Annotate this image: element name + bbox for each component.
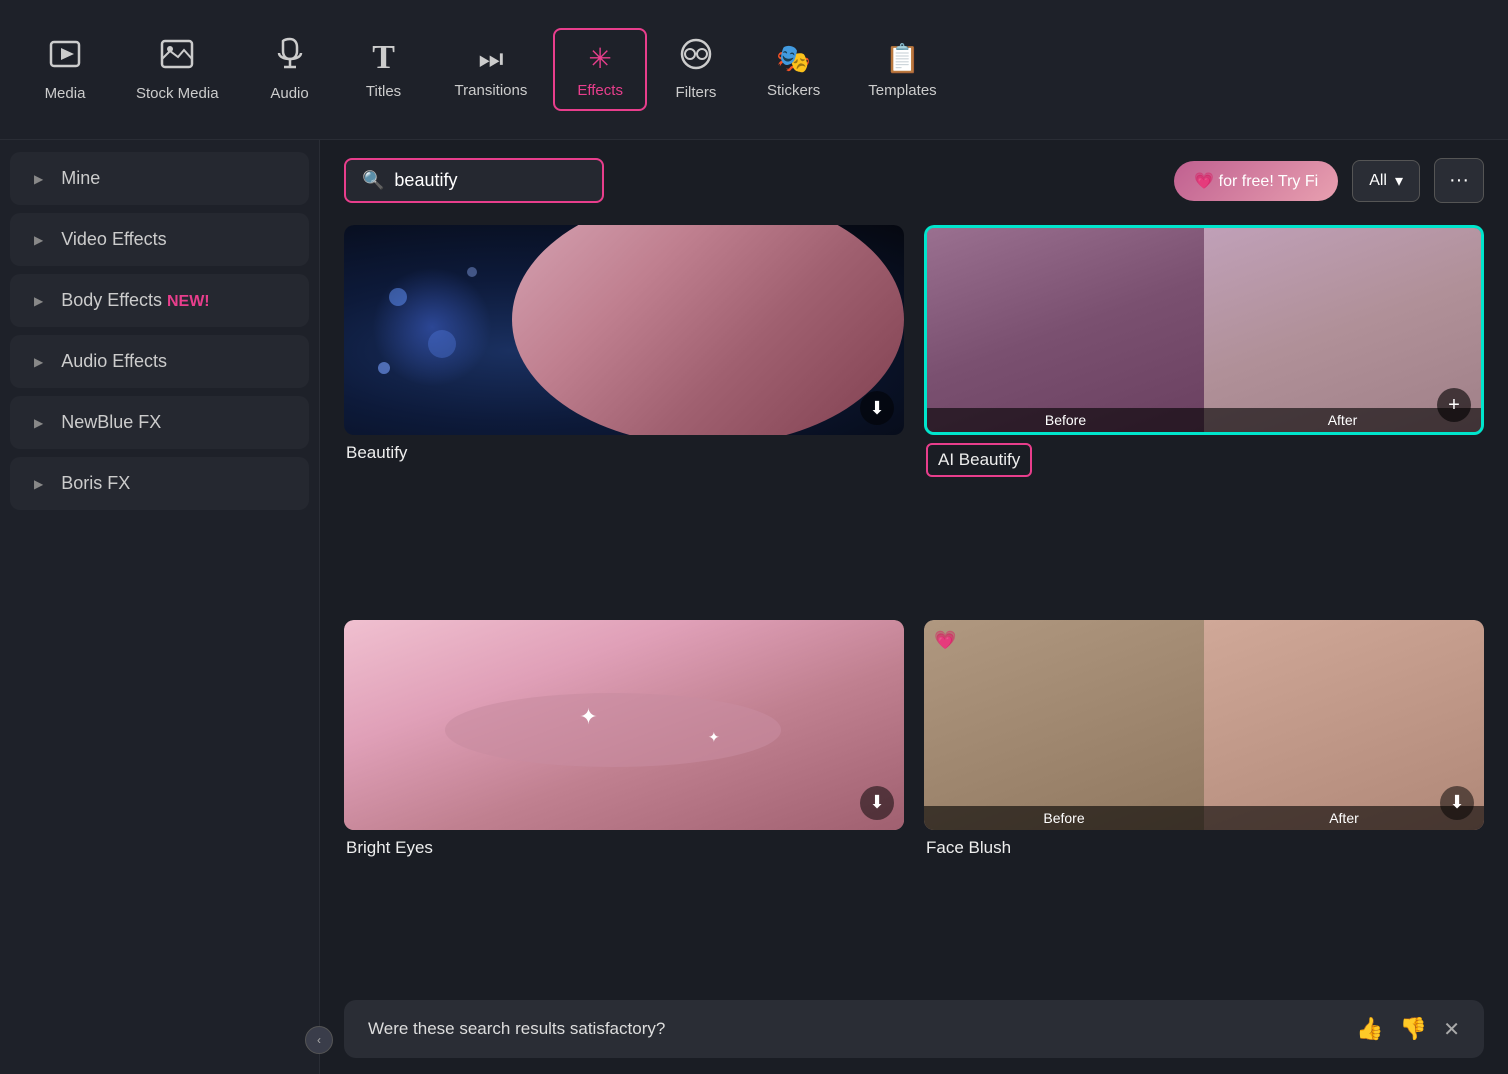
templates-label: Templates — [868, 82, 936, 99]
chevron-icon-video-effects: ▶ — [34, 233, 43, 247]
effect-card-beautify[interactable]: ⬇ Beautify — [344, 225, 904, 600]
sidebar-item-video-effects[interactable]: ▶ Video Effects — [10, 213, 309, 266]
before-after-overlay-ai: Before After — [927, 408, 1481, 432]
filter-dropdown[interactable]: All ▾ — [1352, 160, 1420, 202]
feedback-question: Were these search results satisfactory? — [368, 1019, 665, 1039]
feedback-bar: Were these search results satisfactory? … — [344, 1000, 1484, 1058]
promo-badge[interactable]: 💗 for free! Try Fi — [1174, 161, 1338, 201]
sidebar-label-body-effects: Body Effects NEW! — [61, 290, 285, 311]
content-wrapper: ⬇ Beautify 💗 Before After — [320, 215, 1508, 1074]
nav-item-titles[interactable]: T Titles — [339, 30, 429, 110]
chevron-icon-audio-effects: ▶ — [34, 355, 43, 369]
before-label-ai: Before — [927, 408, 1204, 432]
stock-media-icon — [160, 37, 194, 77]
effect-thumbnail-beautify: ⬇ — [344, 225, 904, 435]
sidebar-item-boris-fx[interactable]: ▶ Boris FX — [10, 457, 309, 510]
top-nav: Media Stock Media Audio T Titles ⏭ Transitions… — [0, 0, 1508, 140]
nav-item-effects[interactable]: ✳ Effects — [553, 28, 647, 111]
stickers-icon: 🎭 — [776, 40, 811, 74]
nav-item-media[interactable]: Media — [20, 27, 110, 112]
more-options-button[interactable]: ··· — [1434, 158, 1484, 203]
filters-icon — [680, 38, 712, 76]
sidebar-item-body-effects[interactable]: ▶ Body Effects NEW! — [10, 274, 309, 327]
premium-heart-face-blush: 💗 — [934, 630, 956, 651]
nav-item-filters[interactable]: Filters — [651, 28, 741, 111]
before-label-face: Before — [924, 806, 1204, 830]
effect-thumbnail-bright-eyes: 💗 ✦ ✦ ⬇ — [344, 620, 904, 830]
ai-beautify-label-box: AI Beautify — [926, 443, 1032, 477]
nav-item-audio[interactable]: Audio — [245, 27, 335, 112]
bright-eyes-title: Bright Eyes — [346, 838, 433, 858]
before-after-overlay-face: Before After — [924, 806, 1484, 830]
stickers-label: Stickers — [767, 82, 820, 99]
effect-card-ai-beautify[interactable]: 💗 Before After + AI Beautify — [924, 225, 1484, 600]
effect-card-bright-eyes[interactable]: 💗 ✦ ✦ ⬇ Bright Eyes — [344, 620, 904, 981]
chevron-icon-body-effects: ▶ — [34, 294, 43, 308]
media-label: Media — [45, 85, 86, 102]
effect-card-face-blush[interactable]: 💗 Before After ⬇ Face Blush — [924, 620, 1484, 981]
search-input[interactable] — [394, 170, 574, 191]
templates-icon: 📋 — [885, 40, 920, 74]
sidebar-item-newblue-fx[interactable]: ▶ NewBlue FX — [10, 396, 309, 449]
search-bar-row: 🔍 💗 for free! Try Fi All ▾ ··· — [320, 140, 1508, 215]
sidebar-item-audio-effects[interactable]: ▶ Audio Effects — [10, 335, 309, 388]
nav-item-stickers[interactable]: 🎭 Stickers — [745, 30, 842, 109]
filters-label: Filters — [676, 84, 717, 101]
ai-beautify-title: AI Beautify — [938, 450, 1020, 470]
search-box[interactable]: 🔍 — [344, 158, 604, 203]
new-badge-body-effects: NEW! — [167, 293, 210, 310]
sidebar-collapse-button[interactable]: ‹ — [305, 1026, 333, 1054]
nav-item-stock-media[interactable]: Stock Media — [114, 27, 241, 112]
sidebar-label-boris-fx: Boris FX — [61, 473, 285, 494]
sidebar-label-mine: Mine — [61, 168, 285, 189]
sidebar-item-mine[interactable]: ▶ Mine — [10, 152, 309, 205]
download-icon-beautify[interactable]: ⬇ — [860, 391, 894, 425]
effect-label-face-blush: Face Blush — [924, 830, 1484, 862]
download-icon-face-blush[interactable]: ⬇ — [1440, 786, 1474, 820]
sidebar-label-newblue-fx: NewBlue FX — [61, 412, 285, 433]
audio-icon — [275, 37, 305, 77]
sidebar-label-audio-effects: Audio Effects — [61, 351, 285, 372]
effect-label-bright-eyes: Bright Eyes — [344, 830, 904, 862]
thumbs-down-button[interactable]: 👎 — [1400, 1016, 1427, 1042]
effect-thumbnail-ai-beautify: 💗 Before After + — [924, 225, 1484, 435]
effect-label-beautify: Beautify — [344, 435, 904, 467]
feedback-close-button[interactable]: ✕ — [1443, 1017, 1460, 1042]
beautify-title: Beautify — [346, 443, 407, 463]
effect-thumbnail-face-blush: 💗 Before After ⬇ — [924, 620, 1484, 830]
chevron-down-icon: ▾ — [1395, 171, 1403, 191]
sidebar: ▶ Mine ▶ Video Effects ▶ Body Effects NEW! ▶ Au… — [0, 140, 320, 1074]
main-layout: ▶ Mine ▶ Video Effects ▶ Body Effects NEW! ▶ Au… — [0, 140, 1508, 1074]
chevron-icon-boris-fx: ▶ — [34, 477, 43, 491]
media-icon — [48, 37, 82, 77]
content-area: 🔍 💗 for free! Try Fi All ▾ ··· — [320, 140, 1508, 1074]
chevron-icon-mine: ▶ — [34, 172, 43, 186]
thumbs-up-button[interactable]: 👍 — [1356, 1016, 1383, 1042]
titles-icon: T — [372, 40, 395, 75]
face-blush-title: Face Blush — [926, 838, 1011, 858]
titles-label: Titles — [366, 83, 401, 100]
search-icon: 🔍 — [362, 170, 384, 191]
stock-media-label: Stock Media — [136, 85, 219, 102]
promo-text: 💗 for free! Try Fi — [1194, 171, 1318, 191]
transitions-icon: ⏭ — [478, 40, 503, 74]
download-icon-bright-eyes[interactable]: ⬇ — [860, 786, 894, 820]
chevron-icon-newblue-fx: ▶ — [34, 416, 43, 430]
effect-label-ai-beautify: AI Beautify — [924, 435, 1484, 481]
plus-icon-ai-beautify[interactable]: + — [1437, 388, 1471, 422]
sidebar-label-video-effects: Video Effects — [61, 229, 285, 250]
nav-item-transitions[interactable]: ⏭ Transitions — [433, 30, 550, 109]
effects-grid: ⬇ Beautify 💗 Before After — [320, 215, 1508, 1000]
nav-item-templates[interactable]: 📋 Templates — [846, 30, 958, 109]
audio-label: Audio — [270, 85, 308, 102]
effects-icon: ✳ — [588, 40, 611, 74]
transitions-label: Transitions — [455, 82, 528, 99]
effects-label: Effects — [577, 82, 623, 99]
filter-label: All — [1369, 172, 1387, 190]
